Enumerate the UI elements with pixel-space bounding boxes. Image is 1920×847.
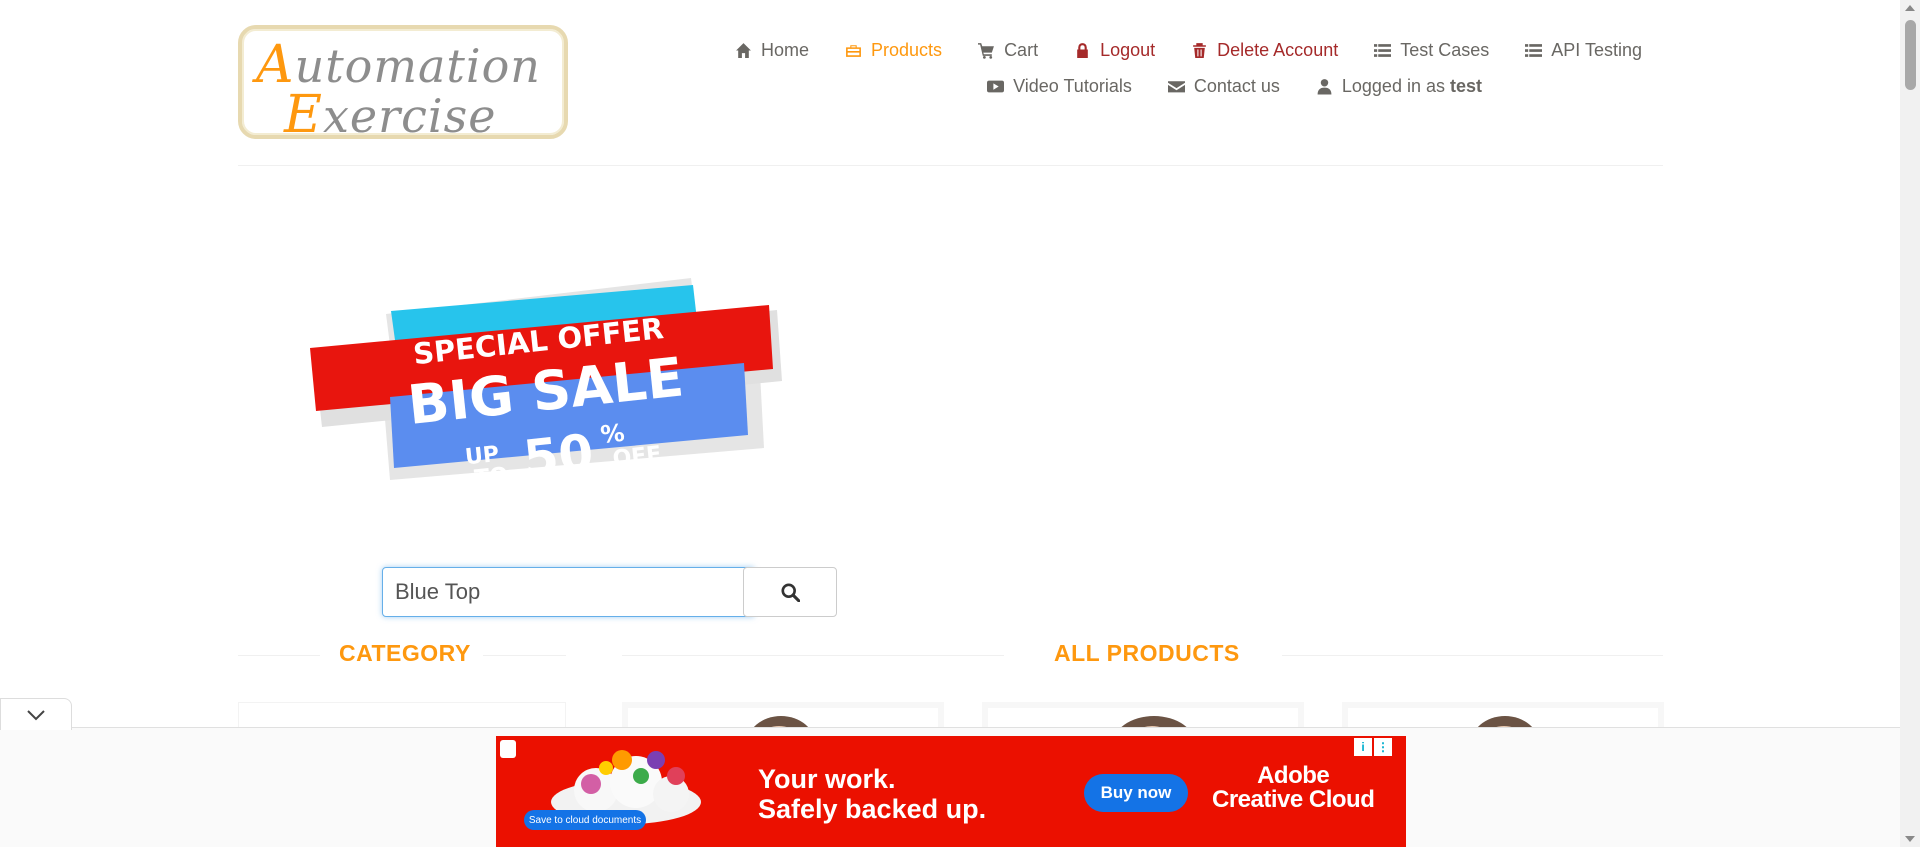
- username: test: [1449, 76, 1482, 96]
- banner-percent-sign: %: [599, 419, 626, 449]
- nav-video-tutorials[interactable]: Video Tutorials: [987, 76, 1132, 97]
- search-product-input[interactable]: [382, 567, 754, 617]
- ad-brand: Adobe Creative Cloud: [1212, 762, 1375, 813]
- logo-line-2: Exercise: [284, 85, 497, 145]
- header-divider: [238, 165, 1663, 166]
- products-title-line-right: [1282, 655, 1663, 656]
- save-to-cloud-label: Save to cloud documents: [524, 810, 646, 830]
- scroll-down-arrow[interactable]: [1905, 836, 1915, 842]
- all-products-title: ALL PRODUCTS: [1054, 640, 1240, 666]
- ad-collapse-button[interactable]: [0, 698, 72, 730]
- shield-icon: [500, 740, 516, 758]
- category-title: CATEGORY: [339, 640, 471, 666]
- nav-test-cases[interactable]: Test Cases: [1374, 40, 1489, 61]
- ad-controls: i ⋮: [1352, 738, 1392, 756]
- banner-percent-value: 50: [521, 423, 596, 485]
- search-icon: [780, 582, 800, 602]
- category-title-line-left: [238, 655, 320, 656]
- nav-row-1: Home Products Cart Logout Delete Account…: [699, 40, 1642, 61]
- nav-products[interactable]: Products: [845, 40, 942, 61]
- nav-contact-us[interactable]: Contact us: [1167, 76, 1280, 97]
- site-logo[interactable]: Automation Exercise: [238, 25, 568, 145]
- briefcase-icon: [846, 45, 861, 57]
- scroll-thumb[interactable]: [1905, 20, 1916, 90]
- nav-api-testing[interactable]: API Testing: [1525, 40, 1642, 61]
- nav-row-2: Video Tutorials Contact us Logged in as t…: [951, 76, 1482, 97]
- page-scrollbar[interactable]: [1900, 0, 1920, 847]
- chevron-down-icon: [27, 709, 45, 720]
- nav-home[interactable]: Home: [735, 40, 809, 61]
- scroll-up-arrow[interactable]: [1905, 5, 1915, 11]
- ad-info-icon[interactable]: i: [1354, 738, 1372, 756]
- envelope-icon: [1167, 81, 1185, 93]
- banner-to: TO: [473, 463, 509, 485]
- sale-banner: SPECIAL OFFER BIG SALE UP TO 50 % OFF: [306, 265, 796, 491]
- nav-delete-account[interactable]: Delete Account: [1191, 40, 1338, 61]
- nav-logged-in-user[interactable]: Logged in as test: [1316, 76, 1482, 97]
- trash-icon: [1193, 43, 1207, 58]
- list-icon: [1374, 44, 1392, 57]
- page: Automation Exercise Home Products Cart L…: [0, 0, 1920, 847]
- banner-off: OFF: [611, 442, 662, 472]
- ad-headline: Your work. Safely backed up.: [758, 764, 987, 824]
- user-icon: [1317, 79, 1332, 95]
- home-icon: [736, 43, 751, 58]
- ad-menu-icon[interactable]: ⋮: [1374, 738, 1392, 756]
- list-icon: [1525, 44, 1543, 57]
- category-title-line-right: [483, 655, 566, 656]
- nav-cart[interactable]: Cart: [978, 40, 1038, 61]
- main-nav: Home Products Cart Logout Delete Account…: [620, 36, 1920, 116]
- ad-buy-now-button[interactable]: Buy now: [1084, 774, 1188, 812]
- cart-icon: [978, 43, 994, 59]
- products-title-line-left: [622, 655, 1004, 656]
- lock-icon: [1077, 43, 1088, 58]
- search-button[interactable]: [743, 567, 837, 617]
- youtube-play-icon: [987, 80, 1005, 93]
- nav-logout[interactable]: Logout: [1074, 40, 1155, 61]
- sale-banner-graphic: SPECIAL OFFER BIG SALE UP TO 50 % OFF: [310, 278, 782, 491]
- adobe-ad-banner[interactable]: Save to cloud documents Your work. Safel…: [496, 736, 1406, 847]
